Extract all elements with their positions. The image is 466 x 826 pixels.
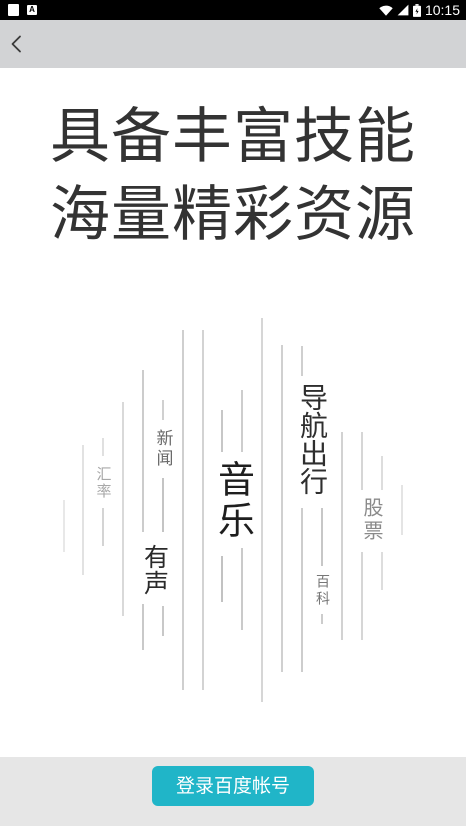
decor-line <box>281 345 283 672</box>
decor-line <box>63 500 65 552</box>
decor-line <box>401 485 403 535</box>
decor-line <box>241 390 243 452</box>
decor-line <box>122 402 124 616</box>
decor-line <box>202 330 204 690</box>
decor-line <box>162 606 164 636</box>
decor-line <box>102 438 104 456</box>
decor-line <box>162 478 164 532</box>
decor-line <box>142 604 144 650</box>
battery-icon <box>412 3 421 17</box>
decor-line <box>321 614 323 624</box>
login-baidu-account-button[interactable]: 登录百度帐号 <box>152 766 314 806</box>
decor-line <box>341 432 343 640</box>
status-bar: A 10:15 <box>0 0 466 20</box>
footer-bar: 登录百度帐号 <box>0 757 466 826</box>
decor-line <box>361 552 363 640</box>
skill-label-encyclopedia: 百科 <box>314 574 330 608</box>
app-bar <box>0 20 466 68</box>
status-time: 10:15 <box>424 2 460 18</box>
decor-line <box>221 556 223 602</box>
skill-label-audio: 有声 <box>140 544 170 596</box>
a-notification-icon: A <box>27 5 37 15</box>
decor-line <box>381 552 383 590</box>
chevron-left-icon <box>11 35 21 53</box>
screen: A 10:15 具备丰富技能 海量精彩资源 汇率 新闻 有声 音乐 导航出行 百… <box>0 0 466 826</box>
decor-line <box>381 456 383 490</box>
content-area: 具备丰富技能 海量精彩资源 汇率 新闻 有声 音乐 导航出行 百科 股票 <box>0 68 466 757</box>
headline-line-1: 具备丰富技能 <box>50 102 416 172</box>
headline: 具备丰富技能 海量精彩资源 <box>0 98 466 254</box>
skills-cloud: 汇率 新闻 有声 音乐 导航出行 百科 股票 <box>0 300 466 720</box>
decor-line <box>301 346 303 376</box>
decor-line <box>162 400 164 420</box>
decor-line <box>241 548 243 630</box>
status-bar-right: 10:15 <box>379 0 460 20</box>
decor-line <box>82 445 84 575</box>
skill-label-music: 音乐 <box>211 460 255 542</box>
skill-label-news: 新闻 <box>152 429 173 469</box>
notification-square-icon <box>8 4 19 16</box>
decor-line <box>142 370 144 532</box>
skill-label-stocks: 股票 <box>360 497 384 543</box>
skill-label-navigation: 导航出行 <box>296 383 329 495</box>
decor-line <box>301 508 303 672</box>
decor-line <box>361 432 363 490</box>
decor-line <box>182 330 184 690</box>
wifi-icon <box>379 5 393 16</box>
skill-label-exchange-rate: 汇率 <box>94 466 113 500</box>
decor-line <box>221 410 223 452</box>
decor-line <box>102 508 104 546</box>
headline-line-2: 海量精彩资源 <box>50 180 416 250</box>
decor-line <box>261 318 263 702</box>
cell-signal-icon <box>397 4 409 16</box>
decor-line <box>321 508 323 566</box>
back-button[interactable] <box>0 20 36 68</box>
